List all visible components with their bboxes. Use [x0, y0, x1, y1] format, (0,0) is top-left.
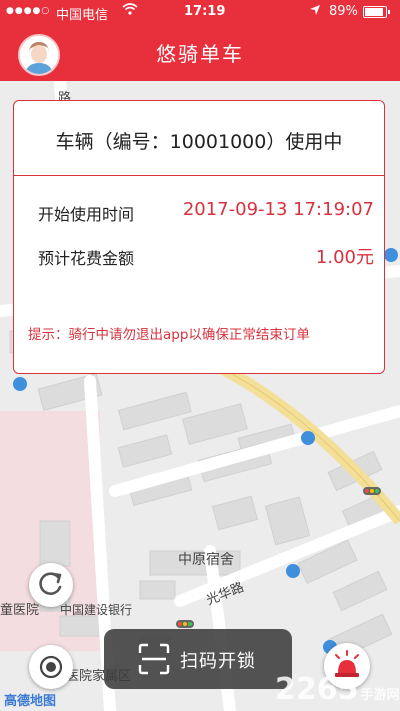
scan-unlock-label: 扫码开锁: [180, 651, 256, 672]
estimated-cost-value: 1.00元: [315, 247, 374, 268]
top-bar: ●●●●○ 中国电信 17:19 89% 悠骑单车: [0, 0, 400, 81]
signal-icon: ●●●●○: [6, 6, 51, 16]
battery-percent: 89%: [329, 4, 358, 19]
card-divider: [14, 175, 384, 176]
watermark-suffix: 手游网: [360, 688, 400, 703]
site-watermark: 2265 手游网: [275, 672, 400, 707]
scan-unlock-button[interactable]: 扫码开锁: [104, 629, 292, 689]
location-arrow-icon: [309, 4, 321, 20]
vehicle-in-use-title: 车辆（编号：10001000）使用中: [55, 131, 343, 153]
amap-logo: 高德地图: [4, 694, 57, 709]
wifi-icon: [122, 2, 138, 20]
start-time-value: 2017-09-13 17:19:07: [182, 199, 374, 220]
estimated-cost-label: 预计花费金额: [38, 249, 135, 268]
locate-me-button[interactable]: [29, 645, 73, 689]
refresh-button[interactable]: [29, 563, 73, 607]
battery-icon: [363, 6, 390, 18]
watermark-number: 2265: [275, 672, 359, 707]
scan-icon: [138, 643, 170, 675]
page-title: 悠骑单车: [156, 42, 244, 66]
start-time-label: 开始使用时间: [38, 205, 135, 224]
status-bar: ●●●●○ 中国电信 17:19 89%: [0, 0, 400, 24]
refresh-icon: [39, 572, 62, 595]
carrier-name: 中国电信: [56, 8, 109, 23]
locate-icon: [39, 655, 63, 679]
map-label-zhongyuan-dorm: 中原宿舍: [178, 552, 234, 568]
riding-tip: 提示：骑行中请勿退出app以确保正常结束订单: [28, 327, 310, 343]
ride-status-card: 车辆（编号：10001000）使用中 开始使用时间 2017-09-13 17:…: [13, 100, 385, 374]
status-time: 17:19: [184, 4, 226, 19]
